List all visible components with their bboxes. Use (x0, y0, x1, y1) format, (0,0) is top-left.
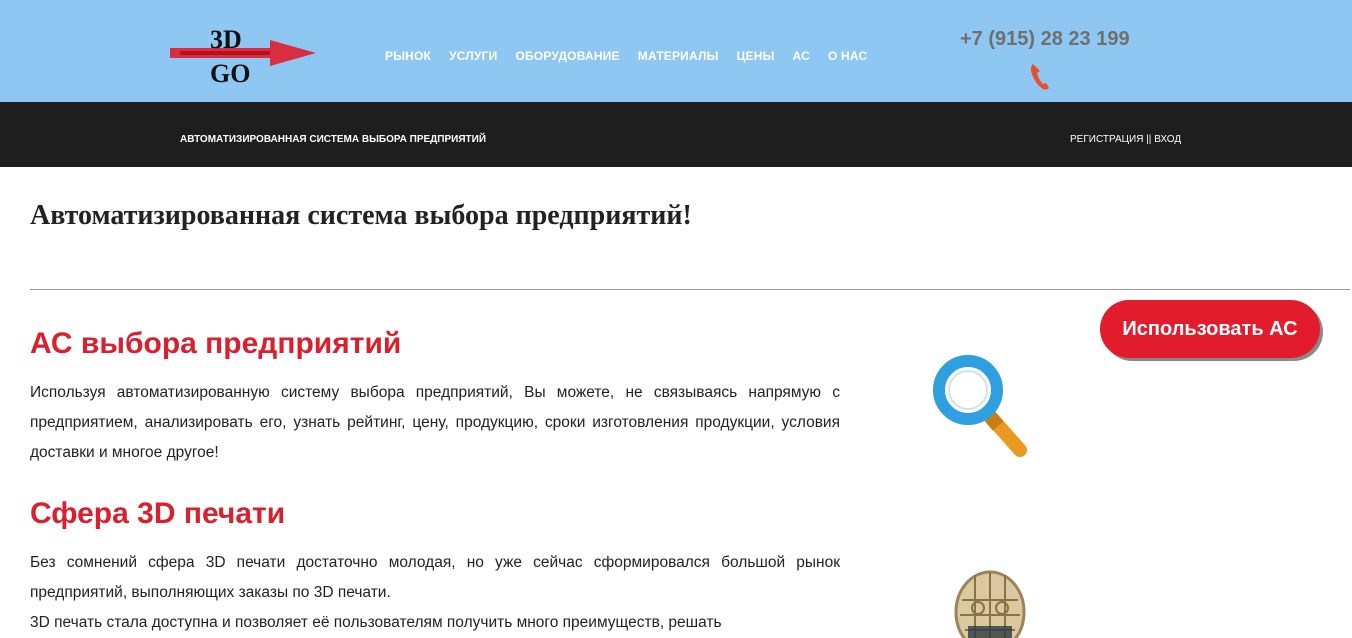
nav-item-as[interactable]: АС (793, 49, 810, 63)
magnifier-icon (933, 355, 1027, 457)
phone-icon[interactable] (1028, 62, 1052, 92)
register-link[interactable]: РЕГИСТРАЦИЯ (1070, 134, 1143, 145)
phone-number[interactable]: +7 (915) 28 23 199 (960, 28, 1130, 51)
nav-item-about[interactable]: О НАС (828, 49, 867, 63)
auth-links: РЕГИСТРАЦИЯ || ВХОД (1070, 134, 1181, 145)
divider (30, 289, 1350, 290)
section-title-3d-printing: Сфера 3D печати (30, 497, 286, 530)
site-header: 3D GO РЫНОК УСЛУГИ ОБОРУДОВАНИЕ МАТЕРИАЛ… (0, 0, 1352, 102)
section-text-3d-printing-1: Без сомнений сфера 3D печати достаточно … (30, 554, 840, 601)
nav-item-materials[interactable]: МАТЕРИАЛЫ (638, 49, 719, 63)
sub-navbar: АВТОМАТИЗИРОВАННАЯ СИСТЕМА ВЫБОРА ПРЕДПР… (0, 102, 1352, 167)
section-text-as: Используя автоматизированную систему выб… (30, 384, 840, 461)
page-title-rest: выбора предприятий! (407, 200, 692, 231)
nav-item-market[interactable]: РЫНОК (385, 49, 431, 63)
section-title-as: АС выбора предприятий (30, 327, 402, 360)
auth-separator: || (1146, 134, 1152, 145)
use-as-button[interactable]: Использовать АС (1100, 300, 1320, 358)
nav-item-equipment[interactable]: ОБОРУДОВАНИЕ (515, 49, 619, 63)
nav-item-prices[interactable]: ЦЕНЫ (737, 49, 775, 63)
login-link[interactable]: ВХОД (1154, 134, 1181, 145)
logo-text-bottom: GO (210, 59, 250, 88)
logo-text-top: 3D (210, 25, 242, 54)
page-title-bold: Автоматизированная система (30, 200, 408, 231)
page-title: Автоматизированная система выбора предпр… (30, 200, 692, 232)
site-logo[interactable]: 3D GO (170, 18, 318, 88)
section-text-3d-printing-2: 3D печать стала доступна и позволяет её … (30, 614, 722, 631)
subbar-title[interactable]: АВТОМАТИЗИРОВАННАЯ СИСТЕМА ВЫБОРА ПРЕДПР… (180, 134, 486, 145)
nav-item-services[interactable]: УСЛУГИ (449, 49, 497, 63)
3d-printed-skull-image (954, 570, 1026, 638)
main-nav: РЫНОК УСЛУГИ ОБОРУДОВАНИЕ МАТЕРИАЛЫ ЦЕНЫ… (385, 49, 867, 63)
